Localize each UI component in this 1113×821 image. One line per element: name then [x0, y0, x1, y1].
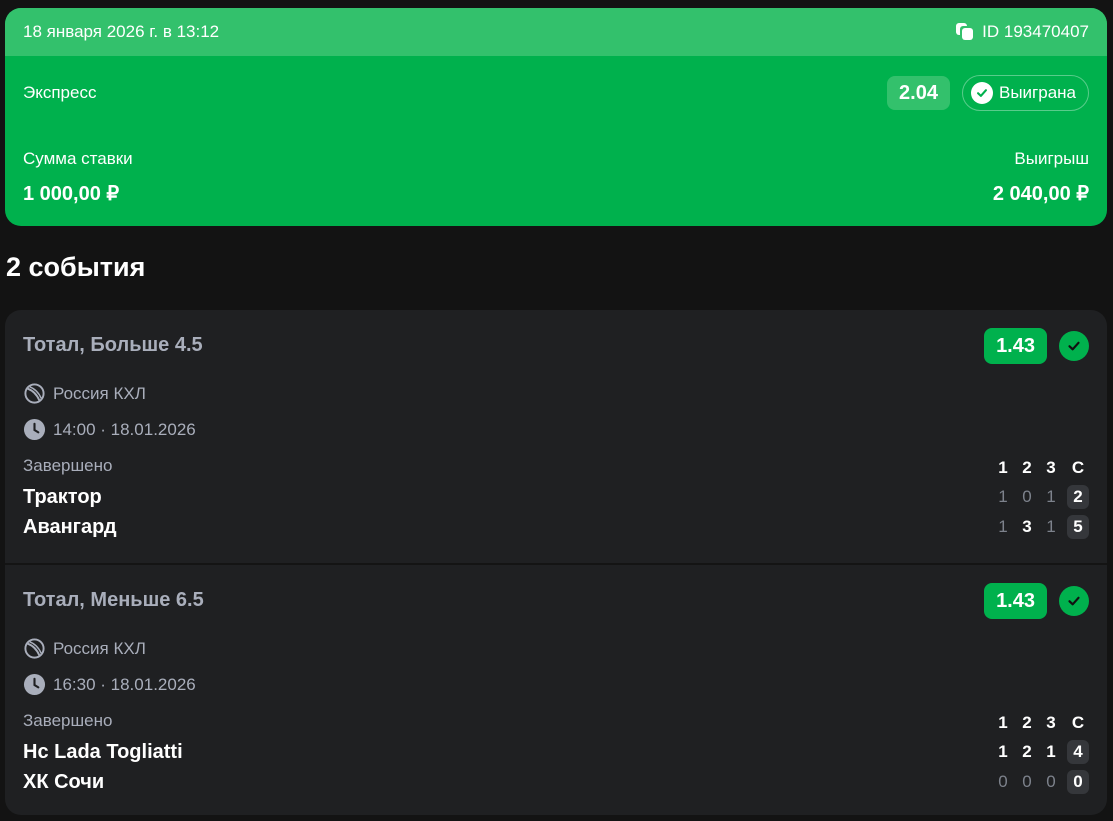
- clock-icon: [23, 418, 46, 441]
- period-2-header: 2: [1022, 458, 1032, 477]
- bet-header: 18 января 2026 г. в 13:12 ID 193470407: [5, 8, 1107, 56]
- period-score: 0: [1022, 772, 1032, 791]
- team-scores: 0 0 0 0: [995, 770, 1089, 794]
- total-odds-badge: 2.04: [887, 76, 950, 110]
- period-score: 3: [1022, 517, 1032, 536]
- team-name: Hc Lada Togliatti: [23, 740, 183, 763]
- event-odds-badge: 1.43: [984, 328, 1047, 364]
- clock-icon: [23, 673, 46, 696]
- winnings-value: 2 040,00 ₽: [992, 183, 1089, 205]
- team-row: Hc Lada Togliatti 1 2 1 4: [23, 740, 1089, 764]
- period-score: 1: [998, 487, 1008, 506]
- period-score: 1: [998, 517, 1008, 536]
- period-score: 2: [1022, 742, 1032, 761]
- stake-value: 1 000,00 ₽: [23, 183, 120, 205]
- period-score: 1: [1046, 487, 1056, 506]
- event-result: 1.43: [984, 328, 1089, 364]
- team-scores: 1 0 1 2: [995, 485, 1089, 509]
- period-1-header: 1: [998, 713, 1008, 732]
- team-scores: 1 2 1 4: [995, 740, 1089, 764]
- team-name: Авангард: [23, 515, 117, 538]
- team-scores: 1 3 1 5: [995, 515, 1089, 539]
- event-card[interactable]: Тотал, Больше 4.5 1.43 Россия КХЛ 14:00 …: [5, 310, 1107, 563]
- team-name: ХК Сочи: [23, 770, 105, 793]
- total-score: 2: [1067, 485, 1089, 509]
- event-league: Россия КХЛ: [23, 382, 146, 405]
- league-name: Россия КХЛ: [53, 638, 146, 658]
- score-header: 1 2 3 С: [995, 458, 1089, 478]
- period-score: 0: [1022, 487, 1032, 506]
- event-result: 1.43: [984, 583, 1089, 619]
- event-odds-badge: 1.43: [984, 583, 1047, 619]
- period-1-header: 1: [998, 458, 1008, 477]
- total-score: 4: [1067, 740, 1089, 764]
- stake-label: Сумма ставки: [23, 149, 133, 168]
- bet-type: Экспресс: [23, 83, 97, 102]
- winnings-label: Выигрыш: [1014, 149, 1089, 168]
- bet-status-badge: Выиграна: [961, 75, 1089, 111]
- events-count-title: 2 события: [6, 252, 146, 282]
- bet-summary-card: 18 января 2026 г. в 13:12 ID 193470407 Э…: [5, 8, 1107, 226]
- check-icon: [1059, 331, 1089, 361]
- copy-icon[interactable]: [956, 23, 974, 41]
- event-card[interactable]: Тотал, Меньше 6.5 1.43 Россия КХЛ 16:30 …: [5, 563, 1107, 815]
- event-datetime: 16:30 · 18.01.2026: [53, 674, 196, 694]
- events-list: Тотал, Больше 4.5 1.43 Россия КХЛ 14:00 …: [5, 310, 1107, 815]
- period-3-header: 3: [1046, 713, 1056, 732]
- stake-block: Сумма ставки 1 000,00 ₽: [23, 149, 133, 206]
- score-header: 1 2 3 С: [995, 713, 1089, 733]
- league-name: Россия КХЛ: [53, 383, 146, 403]
- total-score-header: С: [1071, 458, 1085, 477]
- period-score: 1: [1046, 742, 1056, 761]
- bet-datetime: 18 января 2026 г. в 13:12: [23, 22, 220, 41]
- period-score: 1: [1046, 517, 1056, 536]
- period-score: 0: [998, 772, 1008, 791]
- event-time: 14:00 · 18.01.2026: [23, 418, 196, 441]
- period-score: 1: [998, 742, 1008, 761]
- period-3-header: 3: [1046, 458, 1056, 477]
- total-score-header: С: [1071, 713, 1085, 732]
- period-score: 0: [1046, 772, 1056, 791]
- period-2-header: 2: [1022, 713, 1032, 732]
- team-row: Трактор 1 0 1 2: [23, 485, 1089, 509]
- total-score: 5: [1067, 515, 1089, 539]
- hockey-puck-icon: [24, 383, 45, 404]
- event-datetime: 14:00 · 18.01.2026: [53, 419, 196, 439]
- event-status: Завершено: [23, 456, 113, 475]
- bet-status-label: Выиграна: [998, 83, 1076, 102]
- hockey-puck-icon: [24, 638, 45, 659]
- bet-type-row: Экспресс 2.04 Выиграна: [23, 75, 1089, 111]
- check-icon: [1059, 586, 1089, 616]
- total-score: 0: [1067, 770, 1089, 794]
- event-market: Тотал, Меньше 6.5: [23, 589, 204, 611]
- event-time: 16:30 · 18.01.2026: [23, 673, 196, 696]
- team-row: Авангард 1 3 1 5: [23, 515, 1089, 539]
- event-league: Россия КХЛ: [23, 637, 146, 660]
- check-icon: [970, 82, 993, 104]
- event-market: Тотал, Больше 4.5: [23, 334, 203, 356]
- bet-id-copy[interactable]: ID 193470407: [956, 22, 1089, 42]
- bet-result: 2.04 Выиграна: [887, 75, 1089, 111]
- team-name: Трактор: [23, 485, 102, 508]
- team-row: ХК Сочи 0 0 0 0: [23, 770, 1089, 794]
- event-status: Завершено: [23, 711, 113, 730]
- bet-id: ID 193470407: [982, 22, 1089, 41]
- winnings-block: Выигрыш 2 040,00 ₽: [993, 149, 1089, 206]
